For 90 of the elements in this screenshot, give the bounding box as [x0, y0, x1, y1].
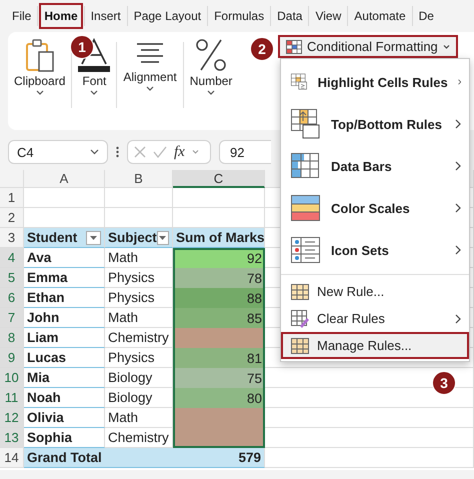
table-cell: 92 — [173, 248, 265, 268]
menu-item[interactable]: Manage Rules... — [281, 332, 469, 359]
ribbon-group-button[interactable]: Number — [188, 74, 234, 88]
row-header[interactable]: 6 — [0, 288, 24, 308]
formula-field[interactable]: 92 — [219, 140, 271, 164]
cancel-icon — [134, 146, 146, 158]
insert-function-button[interactable]: fx — [174, 144, 185, 160]
color-scales-icon — [291, 195, 321, 221]
column-header[interactable]: A — [24, 170, 105, 188]
filter-button[interactable] — [156, 230, 169, 244]
table-cell: 81 — [173, 348, 265, 368]
table-header-cell: Sum of Marks — [176, 230, 265, 245]
row-header[interactable]: 3 — [0, 228, 24, 248]
ribbon-group-button[interactable]: Clipboard — [12, 74, 68, 88]
step-badge: 2 — [250, 37, 274, 61]
menu-item[interactable]: Icon Sets — [281, 229, 469, 271]
table-cell: Emma — [24, 268, 105, 288]
font-color-icon — [76, 38, 112, 72]
column-header[interactable]: B — [105, 170, 173, 188]
table-cell: Ethan — [24, 288, 105, 308]
table-cell: 579 — [173, 448, 265, 468]
enter-icon — [153, 146, 167, 158]
ribbon-tab[interactable]: View — [310, 3, 346, 29]
chevron-down-icon — [442, 44, 450, 48]
row-header[interactable]: 9 — [0, 348, 24, 368]
table-cell: Liam — [24, 328, 105, 348]
ribbon-tab[interactable]: Insert — [86, 3, 126, 29]
menu-item[interactable]: Top/Bottom Rules — [281, 103, 469, 145]
row-header[interactable]: 1 — [0, 188, 24, 208]
table-cell: 78 — [173, 268, 265, 288]
ribbon-tab[interactable]: Automate — [349, 3, 411, 29]
row-header[interactable]: 7 — [0, 308, 24, 328]
row-header[interactable]: 12 — [0, 408, 24, 428]
ribbon-tab[interactable]: Home — [39, 3, 83, 29]
grid-cell — [105, 188, 173, 208]
row-header[interactable]: 13 — [0, 428, 24, 448]
ribbon-group-button[interactable]: Font — [80, 74, 108, 88]
ribbon-tab[interactable]: De — [414, 3, 439, 29]
table-cell: Noah — [24, 388, 105, 408]
more-options-icon — [116, 146, 119, 158]
ribbon-tab[interactable]: Formulas — [209, 3, 270, 29]
table-cell: Ava — [24, 248, 105, 268]
clear-rules-icon — [291, 310, 309, 328]
menu-item[interactable]: New Rule... — [281, 278, 469, 305]
row-header[interactable]: 4 — [0, 248, 24, 268]
table-cell: 88 — [173, 288, 265, 308]
row-header[interactable]: 2 — [0, 208, 24, 228]
top-bottom-icon — [291, 109, 321, 139]
ribbon-tab[interactable]: Page Layout — [128, 3, 206, 29]
menu-item[interactable]: Highlight Cells Rules — [281, 61, 469, 103]
manage-rules-icon — [291, 338, 309, 354]
table-cell: 75 — [173, 368, 265, 388]
table-cell: Mia — [24, 368, 105, 388]
dropdown-arrow-icon — [90, 236, 97, 240]
new-rule-icon — [291, 284, 309, 300]
menu-item[interactable]: Data Bars — [281, 145, 469, 187]
percent-icon — [195, 38, 228, 72]
row-header[interactable]: 10 — [0, 368, 24, 388]
row-header[interactable]: 11 — [0, 388, 24, 408]
chevron-down-icon — [90, 149, 99, 155]
menu-item[interactable]: Clear Rules — [281, 305, 469, 332]
ribbon-tab[interactable]: File — [7, 3, 36, 29]
table-cell: 85 — [173, 308, 265, 328]
chevron-down-icon — [207, 90, 216, 95]
row-header[interactable]: 5 — [0, 268, 24, 288]
table-cell: John — [24, 308, 105, 328]
column-header[interactable]: C — [173, 170, 265, 188]
filter-button[interactable] — [86, 230, 101, 244]
row-header[interactable]: 14 — [0, 448, 24, 468]
ribbon-group-button[interactable]: Alignment — [121, 70, 179, 84]
conditional-formatting-icon — [286, 40, 302, 54]
table-header-cell: Subject — [108, 230, 157, 245]
chevron-down-icon — [146, 86, 154, 91]
clipboard-icon — [24, 38, 55, 72]
conditional-formatting-button[interactable]: Conditional Formatting — [278, 35, 458, 58]
table-cell: Grand Total — [24, 448, 173, 468]
data-bars-icon — [291, 153, 321, 179]
table-cell: Olivia — [24, 408, 105, 428]
icon-sets-icon — [291, 237, 321, 263]
chevron-down-icon — [90, 90, 98, 95]
ribbon-tab[interactable]: Data — [272, 3, 308, 29]
dropdown-arrow-icon — [159, 236, 166, 240]
table-cell: 80 — [173, 388, 265, 408]
row-header[interactable]: 8 — [0, 328, 24, 348]
table-cell: Lucas — [24, 348, 105, 368]
chevron-down-icon — [36, 90, 44, 95]
name-box[interactable]: C4 — [8, 140, 108, 164]
chevron-down-icon — [192, 150, 199, 154]
table-header-cell: Student — [27, 230, 78, 245]
menu-item[interactable]: Color Scales — [281, 187, 469, 229]
